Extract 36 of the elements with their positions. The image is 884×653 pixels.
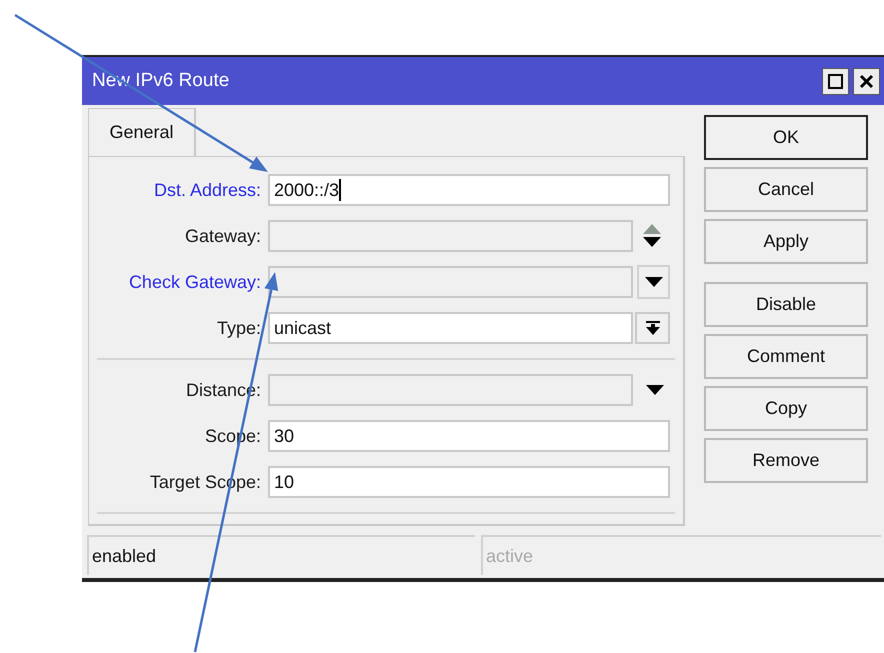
close-icon [859,74,874,88]
square-icon [828,74,843,88]
input-field[interactable]: 2000::/3 [268,174,670,206]
combo-field[interactable] [268,374,633,406]
text-cursor [339,179,342,201]
field-value: 10 [274,470,294,494]
input-field[interactable]: 10 [268,466,670,498]
dialog-button[interactable]: Disable [704,282,868,327]
close-button[interactable] [853,68,880,94]
combo-field[interactable] [268,266,633,298]
caret-icon [644,277,662,287]
input-field[interactable]: 30 [268,420,670,452]
maximize-button[interactable] [822,68,849,94]
dropdown-button[interactable] [637,265,670,299]
select-field[interactable]: unicast [268,312,633,344]
arrow-down-to-bar-icon [646,321,660,335]
field-value: 30 [274,424,294,448]
dialog-button[interactable]: Copy [704,386,868,431]
field-label: Type: [216,316,261,340]
field-value: unicast [274,316,332,340]
field-label: Check Gateway: [128,270,261,294]
caret-icon [646,385,664,395]
field-value: 2000::/3 [274,178,340,202]
dialog-button[interactable]: Cancel [704,167,868,212]
dialog-button[interactable]: Comment [704,334,868,379]
field-label: Dst. Address: [152,178,261,202]
status-cell: enabled [87,535,475,575]
dialog-button[interactable]: OK [704,115,868,160]
field-label: Gateway: [184,224,261,248]
up-down-arrows-icon[interactable] [643,224,661,248]
status-cell: active [481,535,881,575]
combo-field[interactable] [268,220,633,252]
tab[interactable]: General [88,108,196,156]
dialog-button[interactable]: Remove [704,438,868,483]
dialog-button[interactable]: Apply [704,219,868,264]
dropdown-button[interactable] [635,312,670,344]
